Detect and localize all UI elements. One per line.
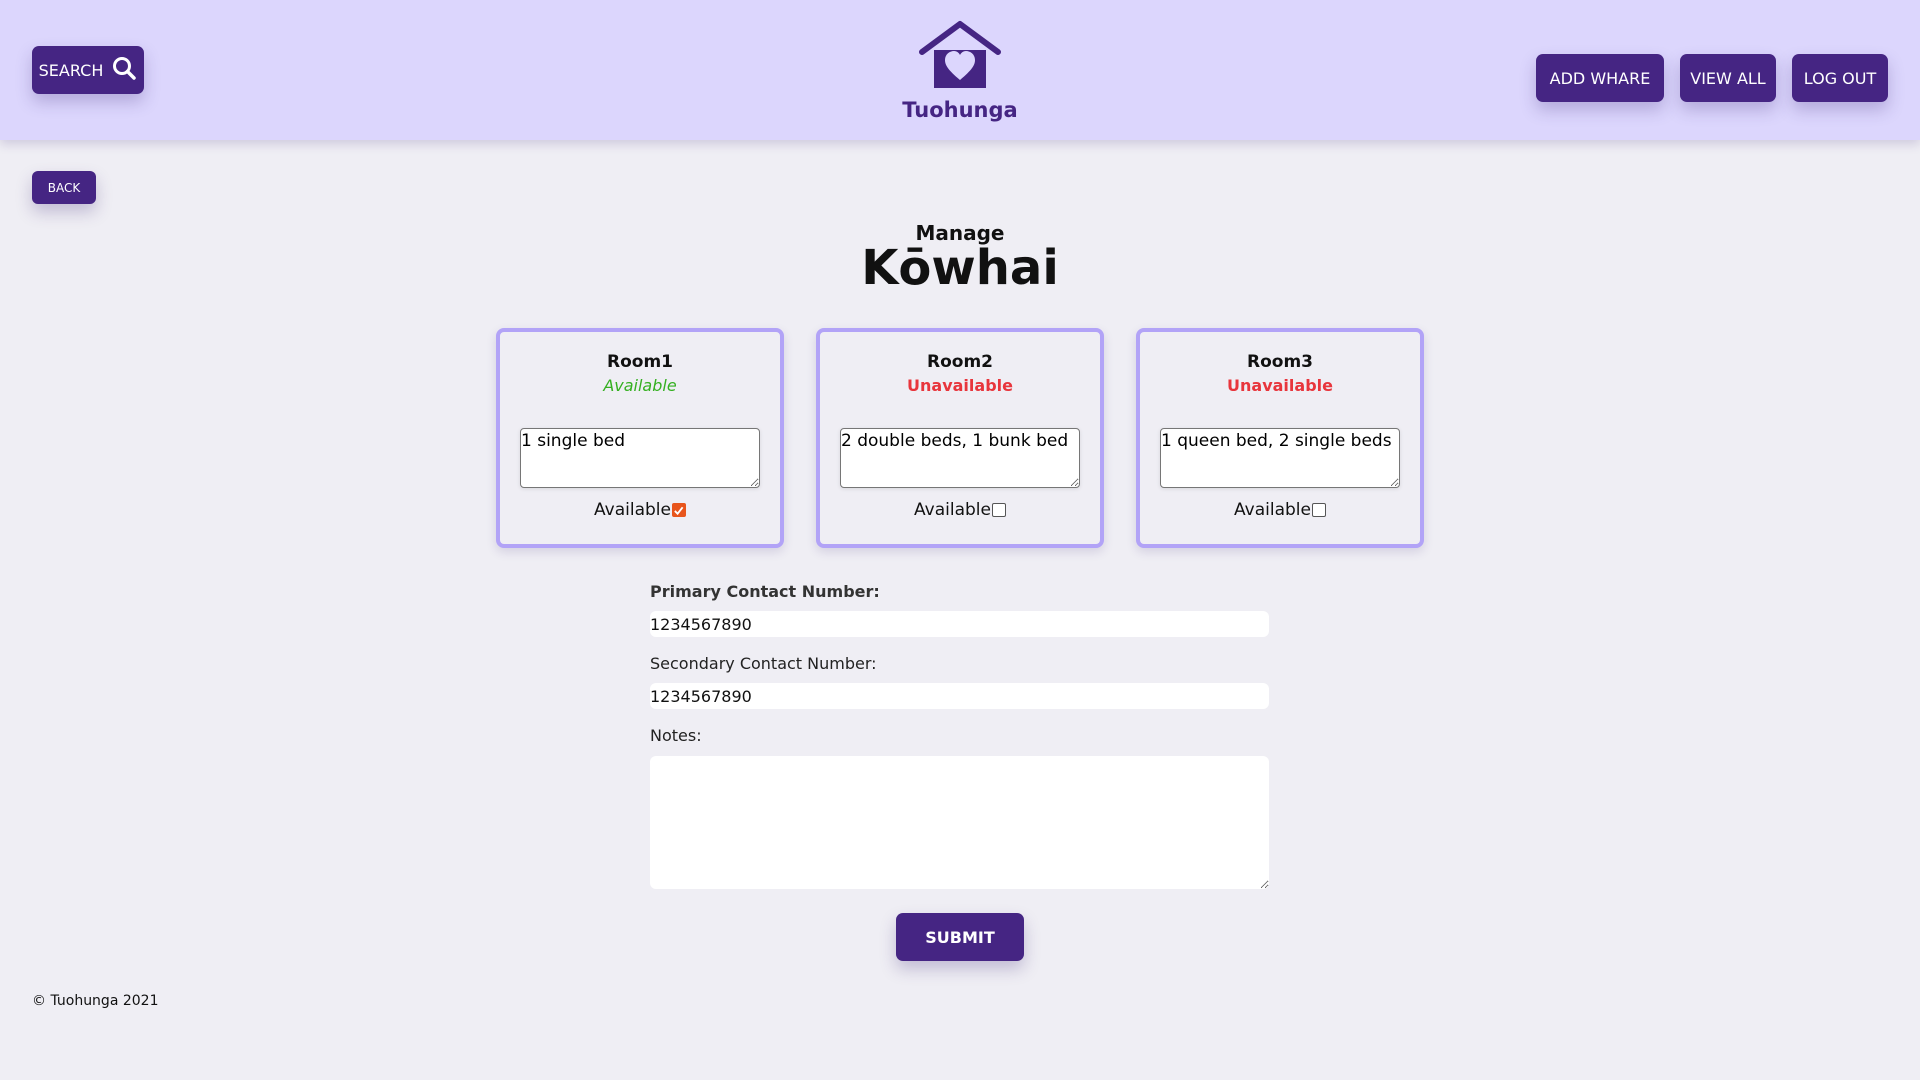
footer-copyright: © Tuohunga 2021	[32, 993, 159, 1009]
log-out-button[interactable]: LOG OUT	[1792, 54, 1888, 102]
room-description-input[interactable]: 1 queen bed, 2 single beds	[1160, 428, 1400, 488]
room-card: Room2 Unavailable 2 double beds, 1 bunk …	[816, 328, 1104, 548]
room-name: Room3	[1247, 352, 1313, 372]
secondary-contact-input[interactable]	[650, 683, 1269, 709]
room-card: Room3 Unavailable 1 queen bed, 2 single …	[1136, 328, 1424, 548]
page-title: Kōwhai	[861, 240, 1059, 296]
primary-contact-input[interactable]	[650, 611, 1269, 637]
checkmark-icon	[674, 506, 684, 515]
room-description-input[interactable]: 1 single bed	[520, 428, 760, 488]
add-whare-button[interactable]: ADD WHARE	[1536, 54, 1664, 102]
search-button[interactable]: SEARCH	[32, 46, 144, 94]
submit-button[interactable]: SUBMIT	[896, 913, 1024, 961]
search-icon	[111, 55, 137, 85]
room-available-toggle[interactable]: Available	[1140, 500, 1420, 520]
available-label: Available	[1234, 500, 1311, 520]
logo-text: Tuohunga	[902, 98, 1018, 122]
room-name: Room1	[607, 352, 673, 372]
room-available-toggle[interactable]: Available	[500, 500, 780, 520]
available-checkbox[interactable]	[671, 503, 686, 517]
header-bar: SEARCH Tuohunga ADD WHARE VIEW ALL LOG O…	[0, 0, 1920, 140]
back-button[interactable]: BACK	[32, 171, 96, 204]
primary-contact-label: Primary Contact Number:	[650, 582, 880, 601]
available-label: Available	[594, 500, 671, 520]
logo[interactable]: Tuohunga	[900, 20, 1020, 125]
room-available-toggle[interactable]: Available	[820, 500, 1100, 520]
notes-label: Notes:	[650, 726, 702, 745]
available-checkbox[interactable]	[1311, 503, 1326, 517]
secondary-contact-label: Secondary Contact Number:	[650, 654, 877, 673]
available-label: Available	[914, 500, 991, 520]
notes-textarea[interactable]	[650, 756, 1269, 889]
available-checkbox[interactable]	[991, 503, 1006, 517]
room-status: Unavailable	[907, 376, 1013, 395]
house-heart-icon	[918, 20, 1002, 94]
view-all-button[interactable]: VIEW ALL	[1680, 54, 1776, 102]
room-card: Room1 Available 1 single bed Available	[496, 328, 784, 548]
room-status: Available	[603, 376, 677, 395]
search-label: SEARCH	[38, 60, 104, 80]
room-status: Unavailable	[1227, 376, 1333, 395]
room-name: Room2	[927, 352, 993, 372]
room-description-input[interactable]: 2 double beds, 1 bunk bed	[840, 428, 1080, 488]
